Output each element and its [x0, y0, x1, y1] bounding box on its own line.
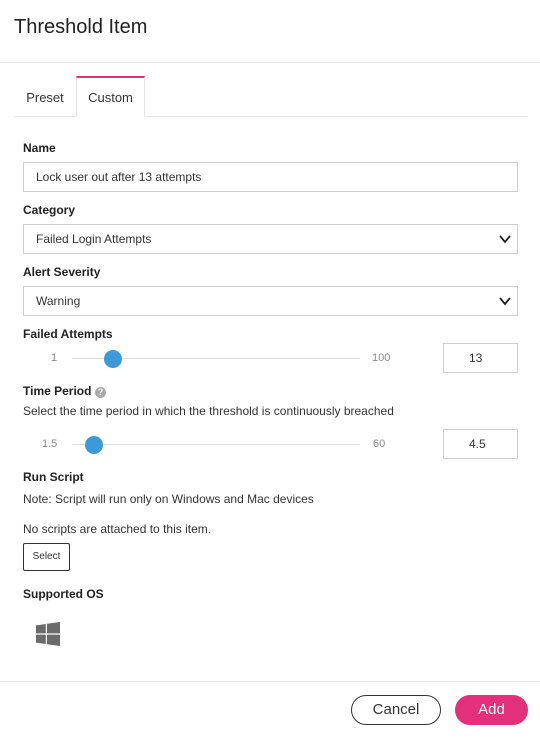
dialog-title: Threshold Item — [14, 16, 148, 38]
time-period-min: 1.5 — [42, 438, 58, 450]
tab-preset[interactable]: Preset — [14, 76, 76, 116]
alert-severity-selected-value: Warning — [36, 294, 81, 308]
failed-attempts-input[interactable]: 13 — [443, 343, 518, 373]
alert-severity-label: Alert Severity — [23, 265, 101, 279]
tab-custom[interactable]: Custom — [76, 76, 145, 117]
failed-attempts-max: 100 — [372, 352, 391, 364]
time-period-max: 60 — [373, 438, 386, 450]
time-period-input[interactable]: 4.5 — [443, 429, 518, 459]
supported-os-label: Supported OS — [23, 587, 104, 601]
name-input[interactable]: Lock user out after 13 attempts — [23, 162, 518, 192]
failed-attempts-label: Failed Attempts — [23, 327, 113, 341]
chevron-down-icon — [499, 235, 511, 244]
windows-icon — [36, 622, 60, 646]
no-scripts-message: No scripts are attached to this item. — [23, 522, 212, 536]
time-period-label: Time Period — [23, 384, 92, 398]
time-period-track[interactable] — [72, 444, 360, 445]
failed-attempts-slider-handle[interactable] — [104, 350, 122, 368]
category-label: Category — [23, 203, 76, 217]
time-period-description: Select the time period in which the thre… — [23, 404, 394, 418]
chevron-down-icon — [499, 297, 511, 306]
select-script-button[interactable]: Select — [23, 543, 70, 571]
add-button[interactable]: Add — [455, 695, 528, 725]
alert-severity-select[interactable]: Warning — [23, 286, 518, 316]
tab-bar: Preset Custom — [14, 76, 528, 117]
run-script-note: Note: Script will run only on Windows an… — [23, 492, 314, 506]
category-select[interactable]: Failed Login Attempts — [23, 224, 518, 254]
category-selected-value: Failed Login Attempts — [36, 232, 152, 246]
dialog-header: Threshold Item — [0, 0, 540, 63]
name-label: Name — [23, 141, 56, 155]
time-period-slider-handle[interactable] — [85, 436, 103, 454]
run-script-label: Run Script — [23, 470, 84, 484]
help-icon[interactable]: ? — [95, 387, 106, 398]
cancel-button[interactable]: Cancel — [351, 695, 441, 725]
failed-attempts-min: 1 — [51, 352, 58, 364]
